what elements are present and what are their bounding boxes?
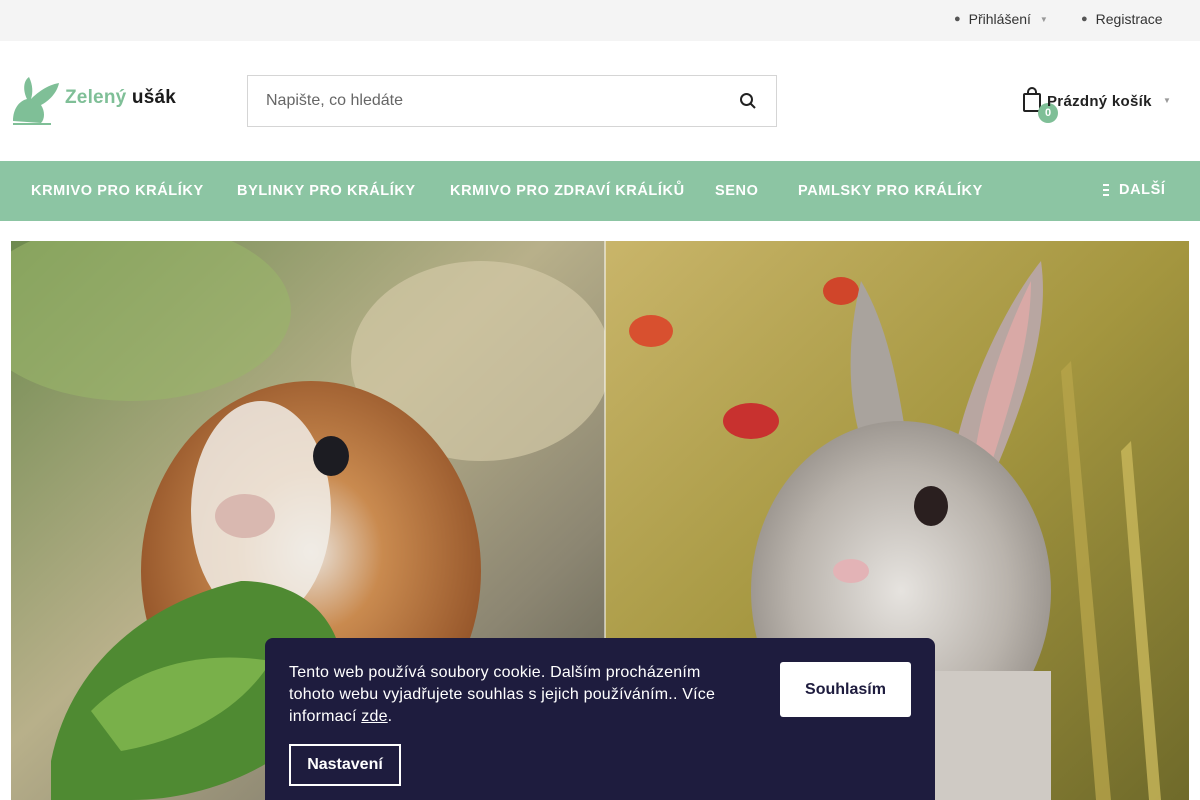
cookie-consent-bar: Tento web používá soubory cookie. Dalším… bbox=[265, 638, 935, 800]
login-link[interactable]: ● Přihlášení ▼ bbox=[954, 11, 1048, 27]
cart-widget[interactable]: 0 Prázdný košík ▼ bbox=[1020, 86, 1180, 123]
top-bar: ● Přihlášení ▼ ● Registrace bbox=[0, 0, 1200, 41]
cookie-more-info-link[interactable]: zde bbox=[361, 708, 387, 725]
cookie-message: Tento web používá soubory cookie. Dalším… bbox=[289, 662, 749, 728]
logo-word-zeleny: Zelený bbox=[65, 87, 127, 108]
accept-cookies-button[interactable]: Souhlasím bbox=[780, 662, 911, 717]
search-button[interactable] bbox=[720, 76, 776, 126]
cookie-message-end: . bbox=[387, 708, 393, 725]
chevron-down-icon: ▼ bbox=[1039, 14, 1048, 24]
rabbit-logo-icon bbox=[13, 77, 59, 125]
nav-item-seno[interactable]: SENO bbox=[715, 183, 759, 199]
search-input[interactable] bbox=[248, 76, 718, 126]
user-icon: ● bbox=[954, 13, 961, 25]
register-link[interactable]: ● Registrace bbox=[1081, 11, 1163, 27]
cart-label: Prázdný košík bbox=[1047, 93, 1152, 110]
nav-item-krmivo[interactable]: KRMIVO PRO KRÁLÍKY bbox=[31, 183, 204, 199]
user-plus-icon: ● bbox=[1081, 13, 1088, 25]
nav-more-button[interactable]: DALŠÍ bbox=[1103, 182, 1166, 198]
chevron-down-icon: ▼ bbox=[1163, 96, 1171, 105]
logo-text: Zelený ušák bbox=[65, 87, 176, 109]
register-label: Registrace bbox=[1095, 11, 1163, 27]
login-label: Přihlášení bbox=[968, 11, 1031, 27]
search-icon bbox=[740, 93, 756, 109]
nav-item-pamlsky[interactable]: PAMLSKY PRO KRÁLÍKY bbox=[798, 183, 983, 199]
cookie-settings-button[interactable]: Nastavení bbox=[289, 744, 401, 786]
search-box bbox=[247, 75, 777, 127]
nav-item-bylinky[interactable]: BYLINKY PRO KRÁLÍKY bbox=[237, 183, 416, 199]
nav-item-krmivo-zdravi[interactable]: KRMIVO PRO ZDRAVÍ KRÁLÍKŮ bbox=[450, 183, 685, 199]
site-logo[interactable]: Zelený ušák bbox=[11, 70, 183, 126]
nav-more-label: DALŠÍ bbox=[1119, 182, 1166, 198]
menu-icon bbox=[1103, 184, 1109, 196]
logo-word-usak: ušák bbox=[131, 87, 176, 108]
main-navigation: KRMIVO PRO KRÁLÍKY BYLINKY PRO KRÁLÍKY K… bbox=[0, 161, 1200, 221]
cookie-message-text: Tento web používá soubory cookie. Dalším… bbox=[289, 664, 716, 725]
